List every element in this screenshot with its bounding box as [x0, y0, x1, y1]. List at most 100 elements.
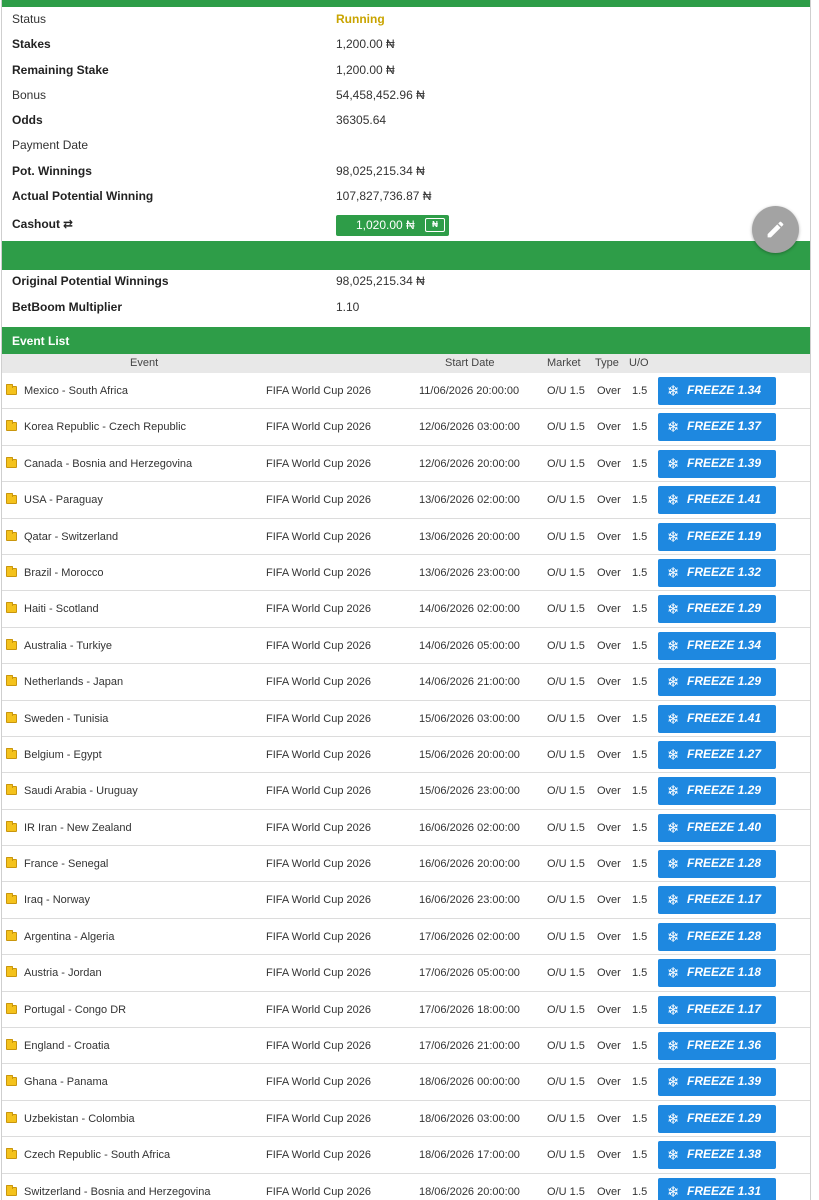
table-row[interactable]: Czech Republic - South Africa FIFA World … — [2, 1137, 810, 1174]
competition-name: FIFA World Cup 2026 — [266, 566, 371, 579]
market: O/U 1.5 — [547, 821, 585, 834]
competition-name: FIFA World Cup 2026 — [266, 385, 371, 397]
freeze-label: FREEZE 1.29 — [687, 1110, 762, 1125]
competition-name: FIFA World Cup 2026 — [266, 676, 371, 689]
table-row[interactable]: IR Iran - New Zealand FIFA World Cup 2026… — [2, 810, 810, 847]
freeze-label: FREEZE 1.29 — [687, 601, 762, 616]
freeze-button[interactable]: ❄ FREEZE 1.29 — [658, 777, 776, 806]
freeze-button[interactable]: ❄ FREEZE 1.29 — [658, 595, 776, 624]
freeze-button[interactable]: ❄ FREEZE 1.39 — [658, 449, 776, 478]
folder-icon — [6, 529, 17, 541]
table-row[interactable]: Qatar - Switzerland FIFA World Cup 2026 13… — [2, 519, 810, 555]
table-row[interactable]: Ghana - Panama FIFA World Cup 2026 18/06/2… — [2, 1064, 810, 1101]
freeze-label: FREEZE 1.31 — [687, 1183, 762, 1198]
freeze-button[interactable]: ❄ FREEZE 1.40 — [658, 813, 776, 842]
freeze-label: FREEZE 1.34 — [687, 637, 762, 652]
snowflake-icon: ❄ — [667, 1038, 680, 1056]
freeze-button[interactable]: ❄ FREEZE 1.31 — [658, 1177, 776, 1200]
table-row[interactable]: Iraq - Norway FIFA World Cup 2026 16/06/20… — [2, 882, 810, 919]
table-row[interactable]: France - Senegal FIFA World Cup 2026 16/06… — [2, 846, 810, 883]
start-date: 18/06/2026 17:00:00 — [419, 1149, 520, 1162]
actual-potential-value: 107,827,736.87 ₦ — [336, 189, 432, 203]
table-row[interactable]: Belgium - Egypt FIFA World Cup 2026 15/06/… — [2, 737, 810, 774]
table-row[interactable]: Portugal - Congo DR FIFA World Cup 2026 17… — [2, 992, 810, 1029]
multiplier-label: BetBoom Multiplier — [12, 300, 122, 314]
uo-value: 1.5 — [632, 566, 648, 579]
stakes-label: Stakes — [12, 37, 51, 51]
table-row[interactable]: Canada - Bosnia and Herzegovina FIFA Worl… — [2, 446, 810, 483]
competition-name: FIFA World Cup 2026 — [266, 712, 371, 725]
start-date: 14/06/2026 05:00:00 — [419, 639, 520, 652]
freeze-label: FREEZE 1.17 — [687, 1001, 762, 1016]
bonus-label: Bonus — [12, 88, 47, 102]
freeze-button[interactable]: ❄ FREEZE 1.19 — [658, 522, 776, 551]
table-row[interactable]: Austria - Jordan FIFA World Cup 2026 17/06… — [2, 955, 810, 992]
table-row[interactable]: Australia - Turkiye FIFA World Cup 2026 14… — [2, 628, 810, 665]
freeze-label: FREEZE 1.38 — [687, 1147, 762, 1162]
bonus-row: Bonus 54,458,452.96 ₦ — [2, 83, 810, 108]
freeze-button[interactable]: ❄ FREEZE 1.28 — [658, 850, 776, 879]
freeze-button[interactable]: ❄ FREEZE 1.29 — [658, 1104, 776, 1133]
cashout-label: Cashout ⇄ — [12, 217, 73, 231]
freeze-label: FREEZE 1.39 — [687, 455, 762, 470]
bet-type: Over — [597, 1149, 621, 1162]
freeze-label: FREEZE 1.40 — [687, 819, 762, 834]
table-row[interactable]: Saudi Arabia - Uruguay FIFA World Cup 202… — [2, 773, 810, 810]
freeze-button[interactable]: ❄ FREEZE 1.36 — [658, 1032, 776, 1061]
snowflake-icon: ❄ — [667, 528, 680, 546]
odds-value: 36305.64 — [336, 113, 387, 127]
bet-details-panel: Status Running Stakes 1,200.00 ₦ Remaini… — [1, 0, 811, 1200]
freeze-button[interactable]: ❄ FREEZE 1.41 — [658, 704, 776, 733]
table-row[interactable]: Brazil - Morocco FIFA World Cup 2026 13/06… — [2, 555, 810, 592]
freeze-button[interactable]: ❄ FREEZE 1.34 — [658, 631, 776, 660]
competition-name: FIFA World Cup 2026 — [266, 1112, 371, 1125]
event-list-header: Event List — [2, 327, 810, 354]
start-date: 12/06/2026 20:00:00 — [419, 457, 520, 470]
event-name: Czech Republic - South Africa — [24, 1149, 171, 1162]
freeze-button[interactable]: ❄ FREEZE 1.39 — [658, 1068, 776, 1097]
freeze-button[interactable]: ❄ FREEZE 1.38 — [658, 1141, 776, 1170]
competition-name: FIFA World Cup 2026 — [266, 748, 371, 761]
table-row[interactable]: Netherlands - Japan FIFA World Cup 2026 14… — [2, 664, 810, 701]
snowflake-icon: ❄ — [667, 1147, 680, 1165]
folder-icon — [6, 966, 17, 978]
competition-name: FIFA World Cup 2026 — [266, 1003, 371, 1016]
folder-icon — [6, 602, 17, 614]
refresh-icon[interactable]: ⇄ — [63, 217, 73, 231]
table-row[interactable]: USA - Paraguay FIFA World Cup 2026 13/06/2… — [2, 482, 810, 519]
snowflake-icon: ❄ — [667, 637, 680, 655]
cashout-button[interactable]: 1,020.00 ₦ ₦ — [336, 215, 449, 236]
table-row[interactable]: Korea Republic - Czech Republic FIFA Worl… — [2, 409, 810, 446]
freeze-button[interactable]: ❄ FREEZE 1.32 — [658, 558, 776, 587]
table-row[interactable]: England - Croatia FIFA World Cup 2026 17/0… — [2, 1028, 810, 1065]
freeze-button[interactable]: ❄ FREEZE 1.41 — [658, 486, 776, 515]
edit-button[interactable] — [752, 206, 799, 253]
payment-date-label: Payment Date — [12, 138, 89, 152]
snowflake-icon: ❄ — [667, 965, 680, 983]
freeze-button[interactable]: ❄ FREEZE 1.34 — [658, 377, 776, 405]
folder-icon — [6, 1111, 17, 1123]
table-row[interactable]: Mexico - South Africa FIFA World Cup 2026… — [2, 373, 810, 410]
freeze-button[interactable]: ❄ FREEZE 1.27 — [658, 740, 776, 769]
uo-value: 1.5 — [632, 748, 648, 761]
freeze-button[interactable]: ❄ FREEZE 1.17 — [658, 995, 776, 1024]
table-row[interactable]: Sweden - Tunisia FIFA World Cup 2026 15/06… — [2, 701, 810, 737]
table-row[interactable]: Haiti - Scotland FIFA World Cup 2026 14/06… — [2, 591, 810, 628]
market: O/U 1.5 — [547, 1076, 585, 1089]
freeze-button[interactable]: ❄ FREEZE 1.17 — [658, 886, 776, 915]
snowflake-icon: ❄ — [667, 746, 680, 764]
table-row[interactable]: Uzbekistan - Colombia FIFA World Cup 2026… — [2, 1101, 810, 1138]
table-row[interactable]: Argentina - Algeria FIFA World Cup 2026 17… — [2, 919, 810, 956]
freeze-button[interactable]: ❄ FREEZE 1.28 — [658, 922, 776, 951]
folder-icon — [6, 1148, 17, 1160]
freeze-label: FREEZE 1.39 — [687, 1074, 762, 1089]
freeze-button[interactable]: ❄ FREEZE 1.18 — [658, 959, 776, 988]
status-value: Running — [336, 12, 385, 26]
freeze-button[interactable]: ❄ FREEZE 1.29 — [658, 668, 776, 697]
uo-value: 1.5 — [632, 858, 648, 871]
event-name: England - Croatia — [24, 1040, 110, 1053]
market: O/U 1.5 — [547, 385, 585, 397]
freeze-button[interactable]: ❄ FREEZE 1.37 — [658, 413, 776, 442]
table-row[interactable]: Switzerland - Bosnia and Herzegovina FIFA… — [2, 1174, 810, 1200]
event-name: Canada - Bosnia and Herzegovina — [24, 457, 193, 470]
